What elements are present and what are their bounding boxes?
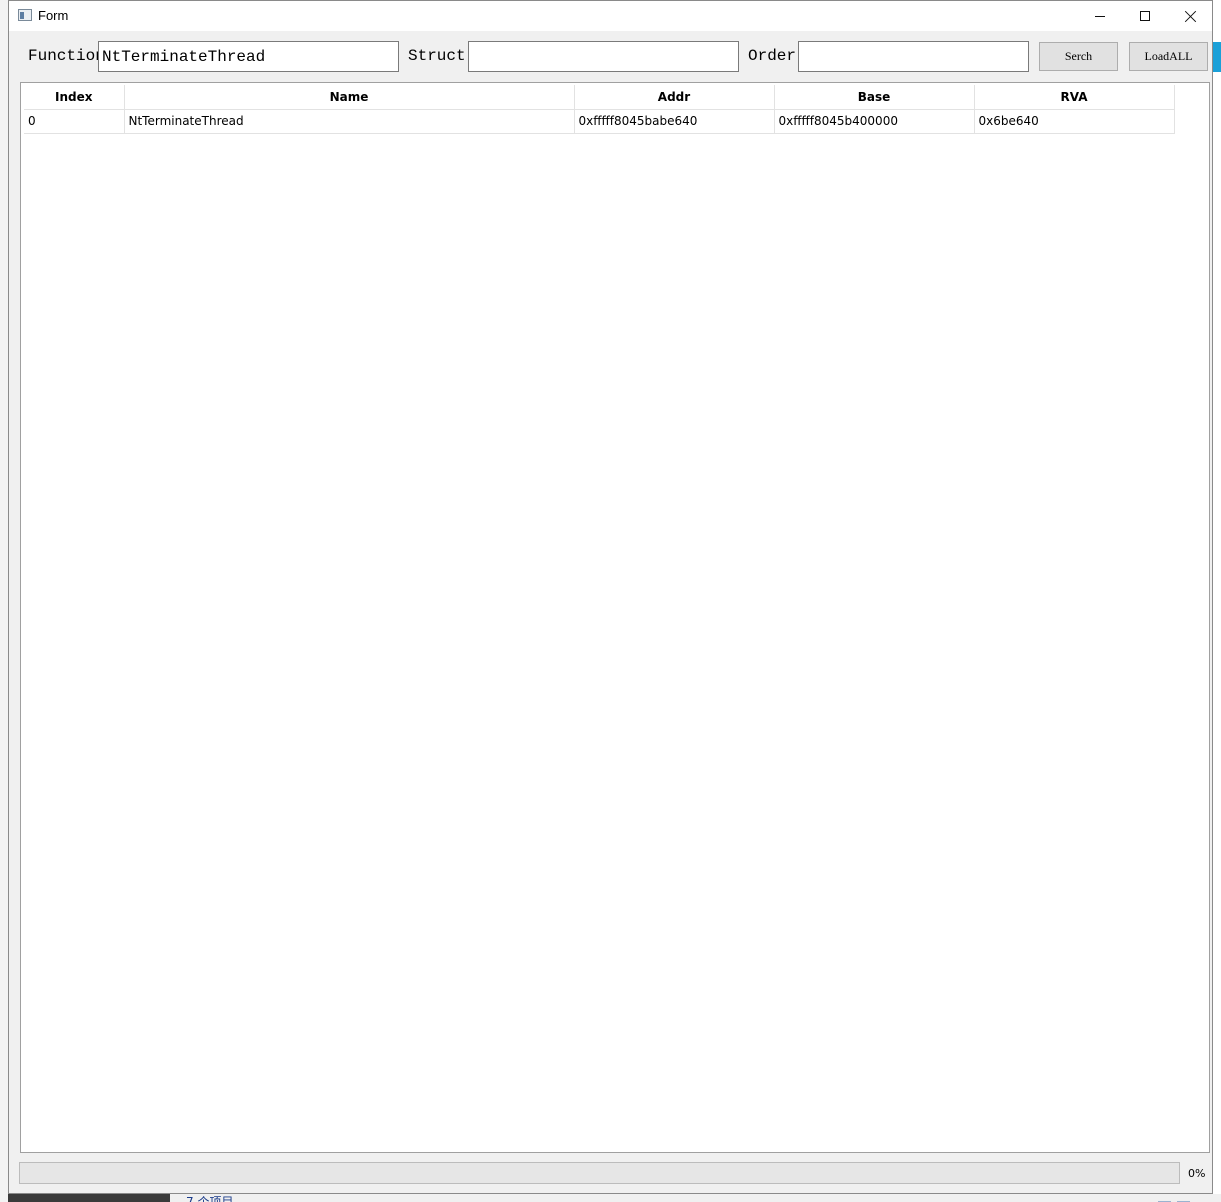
column-header-base[interactable]: Base <box>774 85 975 110</box>
struct-input[interactable] <box>468 41 739 72</box>
title-bar[interactable]: Form <box>9 1 1212 31</box>
minimize-button[interactable] <box>1077 1 1123 31</box>
cell-rva[interactable]: 0x6be640 <box>974 109 1175 134</box>
progress-percent: 0% <box>1188 1167 1206 1180</box>
background-view-icons <box>1158 1194 1198 1202</box>
order-label: Order <box>748 47 797 65</box>
minimize-icon <box>1095 15 1105 17</box>
results-grid: Index Name Addr Base RVA 0 NtTerminateTh… <box>24 85 1175 134</box>
function-label: Function <box>28 47 105 65</box>
results-table[interactable]: Index Name Addr Base RVA 0 NtTerminateTh… <box>20 82 1210 1153</box>
app-icon <box>18 9 32 21</box>
background-explorer-statusbar: 7 个项目 <box>170 1194 1221 1202</box>
column-header-index[interactable]: Index <box>24 85 125 110</box>
cell-index[interactable]: 0 <box>24 109 125 134</box>
cell-addr[interactable]: 0xfffff8045babe640 <box>574 109 775 134</box>
background-status-text: 7 个项目 <box>186 1195 234 1202</box>
maximize-icon <box>1140 11 1150 21</box>
progress-bar <box>19 1162 1180 1184</box>
loadall-button[interactable]: LoadALL <box>1129 42 1208 71</box>
struct-label: Struct <box>408 47 466 65</box>
close-icon <box>1184 10 1197 23</box>
background-window-edge-right <box>1213 0 1221 1202</box>
background-window-edge <box>0 0 8 1202</box>
search-button[interactable]: Serch <box>1039 42 1118 71</box>
close-button[interactable] <box>1167 1 1213 31</box>
table-row[interactable]: 0 NtTerminateThread 0xfffff8045babe640 0… <box>24 109 1175 134</box>
window-title: Form <box>38 8 69 23</box>
order-input[interactable] <box>798 41 1029 72</box>
cell-base[interactable]: 0xfffff8045b400000 <box>774 109 975 134</box>
background-accent <box>1213 42 1221 72</box>
form-window: Form Function Struct Order Serch LoadALL… <box>8 0 1213 1194</box>
table-header-row: Index Name Addr Base RVA <box>24 85 1175 110</box>
column-header-rva[interactable]: RVA <box>974 85 1175 110</box>
maximize-button[interactable] <box>1122 1 1168 31</box>
function-input[interactable] <box>98 41 399 72</box>
column-header-name[interactable]: Name <box>124 85 575 110</box>
cell-name[interactable]: NtTerminateThread <box>124 109 575 134</box>
column-header-addr[interactable]: Addr <box>574 85 775 110</box>
